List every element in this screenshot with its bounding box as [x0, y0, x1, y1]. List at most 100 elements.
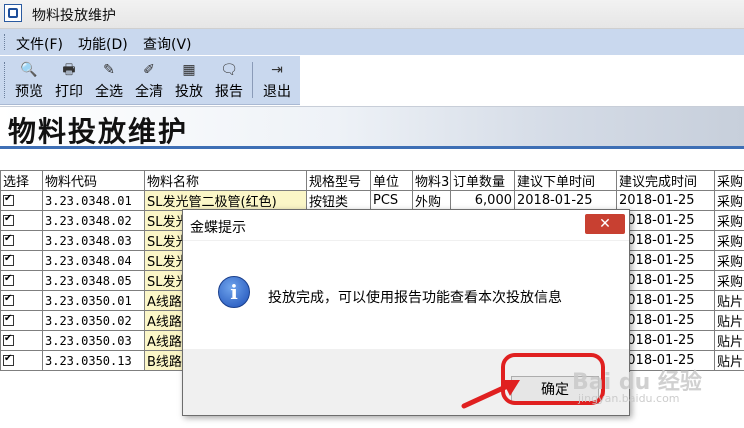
- exit-button[interactable]: ⇥ 退出: [259, 60, 295, 102]
- cell-code[interactable]: 3.23.0350.13: [42, 350, 145, 371]
- select-cell[interactable]: [0, 190, 43, 211]
- table-header-row: 选择 物料代码 物料名称 规格型号 单位 物料3 订单数量 建议下单时间 建议完…: [0, 170, 744, 191]
- page-title: 物料投放维护: [8, 115, 189, 148]
- select-cell[interactable]: [0, 250, 43, 271]
- cell-code[interactable]: 3.23.0348.05: [42, 270, 145, 291]
- select-all-button[interactable]: ✎ 全选: [91, 60, 127, 102]
- toolbar-separator: [252, 62, 253, 98]
- row-checkbox[interactable]: [3, 293, 14, 306]
- clear-all-icon: ✐: [143, 62, 155, 78]
- cell-order-date[interactable]: 2018-01-25: [514, 190, 617, 211]
- dialog-message: 投放完成，可以使用报告功能查看本次投放信息: [268, 290, 562, 306]
- cell-buyer[interactable]: 贴片: [714, 310, 744, 331]
- cell-code[interactable]: 3.23.0350.03: [42, 330, 145, 351]
- report-label: 报告: [215, 84, 243, 100]
- pointer-arrow-icon: [461, 380, 520, 409]
- cell-finish-date[interactable]: 2018-01-25: [616, 210, 715, 231]
- column-header[interactable]: 规格型号: [306, 170, 371, 191]
- clear-all-button[interactable]: ✐ 全清: [131, 60, 167, 102]
- row-checkbox[interactable]: [3, 233, 14, 246]
- print-icon: 🖶: [62, 62, 76, 78]
- column-header[interactable]: 物料代码: [42, 170, 145, 191]
- select-cell[interactable]: [0, 290, 43, 311]
- preview-icon: 🔍: [20, 62, 38, 78]
- cell-finish-date[interactable]: 2018-01-25: [616, 250, 715, 271]
- cell-code[interactable]: 3.23.0348.04: [42, 250, 145, 271]
- select-cell[interactable]: [0, 310, 43, 331]
- toolbar-grip-handle[interactable]: [4, 62, 8, 98]
- column-header[interactable]: 选择: [0, 170, 43, 191]
- cell-buyer[interactable]: 采购: [714, 250, 744, 271]
- menu-bar: 文件(F) 功能(D) 查询(V): [0, 29, 744, 55]
- cell-buyer[interactable]: 贴片: [714, 290, 744, 311]
- info-icon: i: [218, 276, 250, 308]
- cell-unit[interactable]: PCS: [370, 190, 413, 211]
- column-header[interactable]: 物料名称: [144, 170, 307, 191]
- cell-qty[interactable]: 6,000: [450, 190, 515, 211]
- cell-finish-date[interactable]: 2018-01-25: [616, 290, 715, 311]
- cell-finish-date[interactable]: 2018-01-25: [616, 190, 715, 211]
- print-label: 打印: [55, 84, 83, 100]
- select-cell[interactable]: [0, 270, 43, 291]
- row-checkbox[interactable]: [3, 193, 14, 206]
- preview-button[interactable]: 🔍 预览: [11, 60, 47, 102]
- column-header[interactable]: 单位: [370, 170, 413, 191]
- window-title-bar: 物料投放维护: [0, 0, 744, 29]
- dispatch-label: 投放: [175, 84, 203, 100]
- toolbar: 🔍 预览 🖶 打印 ✎ 全选 ✐ 全清 ▦ 投放 🗨 报告 ⇥ 退出: [0, 56, 300, 105]
- cell-spec[interactable]: 按钮类: [306, 190, 371, 211]
- select-cell[interactable]: [0, 330, 43, 351]
- column-header[interactable]: 订单数量: [450, 170, 515, 191]
- dispatch-icon: ▦: [182, 62, 196, 78]
- heading-divider: [0, 146, 744, 149]
- menu-grip-handle[interactable]: [4, 34, 8, 50]
- page-heading-banner: 物料投放维护: [0, 106, 744, 148]
- cell-buyer[interactable]: 采购: [714, 230, 744, 251]
- select-cell[interactable]: [0, 210, 43, 231]
- toolbar-empty-area: [300, 56, 744, 105]
- row-checkbox[interactable]: [3, 273, 14, 286]
- cell-code[interactable]: 3.23.0350.02: [42, 310, 145, 331]
- window-title: 物料投放维护: [32, 8, 116, 24]
- exit-label: 退出: [263, 84, 291, 100]
- select-cell[interactable]: [0, 350, 43, 371]
- column-header[interactable]: 建议下单时间: [514, 170, 617, 191]
- table-row[interactable]: 3.23.0348.01SL发光管二极管(红色)按钮类PCS外购6,000201…: [0, 190, 744, 211]
- cell-buyer[interactable]: 贴片: [714, 350, 744, 371]
- report-icon: 🗨: [220, 62, 238, 78]
- cell-buyer[interactable]: 贴片: [714, 330, 744, 351]
- cell-buyer[interactable]: 采购: [714, 210, 744, 231]
- select-cell[interactable]: [0, 230, 43, 251]
- report-button[interactable]: 🗨 报告: [211, 60, 247, 102]
- row-checkbox[interactable]: [3, 333, 14, 346]
- column-header[interactable]: 建议完成时间: [616, 170, 715, 191]
- dialog-title-bar[interactable]: 金蝶提示 ✕: [183, 210, 629, 240]
- cell-finish-date[interactable]: 2018-01-25: [616, 310, 715, 331]
- menu-file[interactable]: 文件(F): [16, 34, 63, 54]
- column-header[interactable]: 采购: [714, 170, 744, 191]
- menu-function[interactable]: 功能(D): [78, 34, 128, 54]
- row-checkbox[interactable]: [3, 213, 14, 226]
- select-all-icon: ✎: [103, 62, 115, 78]
- cell-finish-date[interactable]: 2018-01-25: [616, 230, 715, 251]
- cell-code[interactable]: 3.23.0348.02: [42, 210, 145, 231]
- cell-buyer[interactable]: 采购: [714, 190, 744, 211]
- watermark-url: jingyan.baidu.com: [578, 392, 680, 405]
- row-checkbox[interactable]: [3, 253, 14, 266]
- cell-finish-date[interactable]: 2018-01-25: [616, 270, 715, 291]
- app-logo-icon: [4, 4, 22, 22]
- cell-code[interactable]: 3.23.0348.03: [42, 230, 145, 251]
- cell-type[interactable]: 外购: [412, 190, 451, 211]
- cell-code[interactable]: 3.23.0350.01: [42, 290, 145, 311]
- row-checkbox[interactable]: [3, 353, 14, 366]
- menu-query[interactable]: 查询(V): [143, 34, 192, 54]
- column-header[interactable]: 物料3: [412, 170, 451, 191]
- cell-code[interactable]: 3.23.0348.01: [42, 190, 145, 211]
- cell-buyer[interactable]: 采购: [714, 270, 744, 291]
- row-checkbox[interactable]: [3, 313, 14, 326]
- print-button[interactable]: 🖶 打印: [51, 60, 87, 102]
- cell-finish-date[interactable]: 2018-01-25: [616, 330, 715, 351]
- dialog-close-button[interactable]: ✕: [585, 214, 625, 234]
- dispatch-button[interactable]: ▦ 投放: [171, 60, 207, 102]
- cell-name[interactable]: SL发光管二极管(红色): [144, 190, 307, 211]
